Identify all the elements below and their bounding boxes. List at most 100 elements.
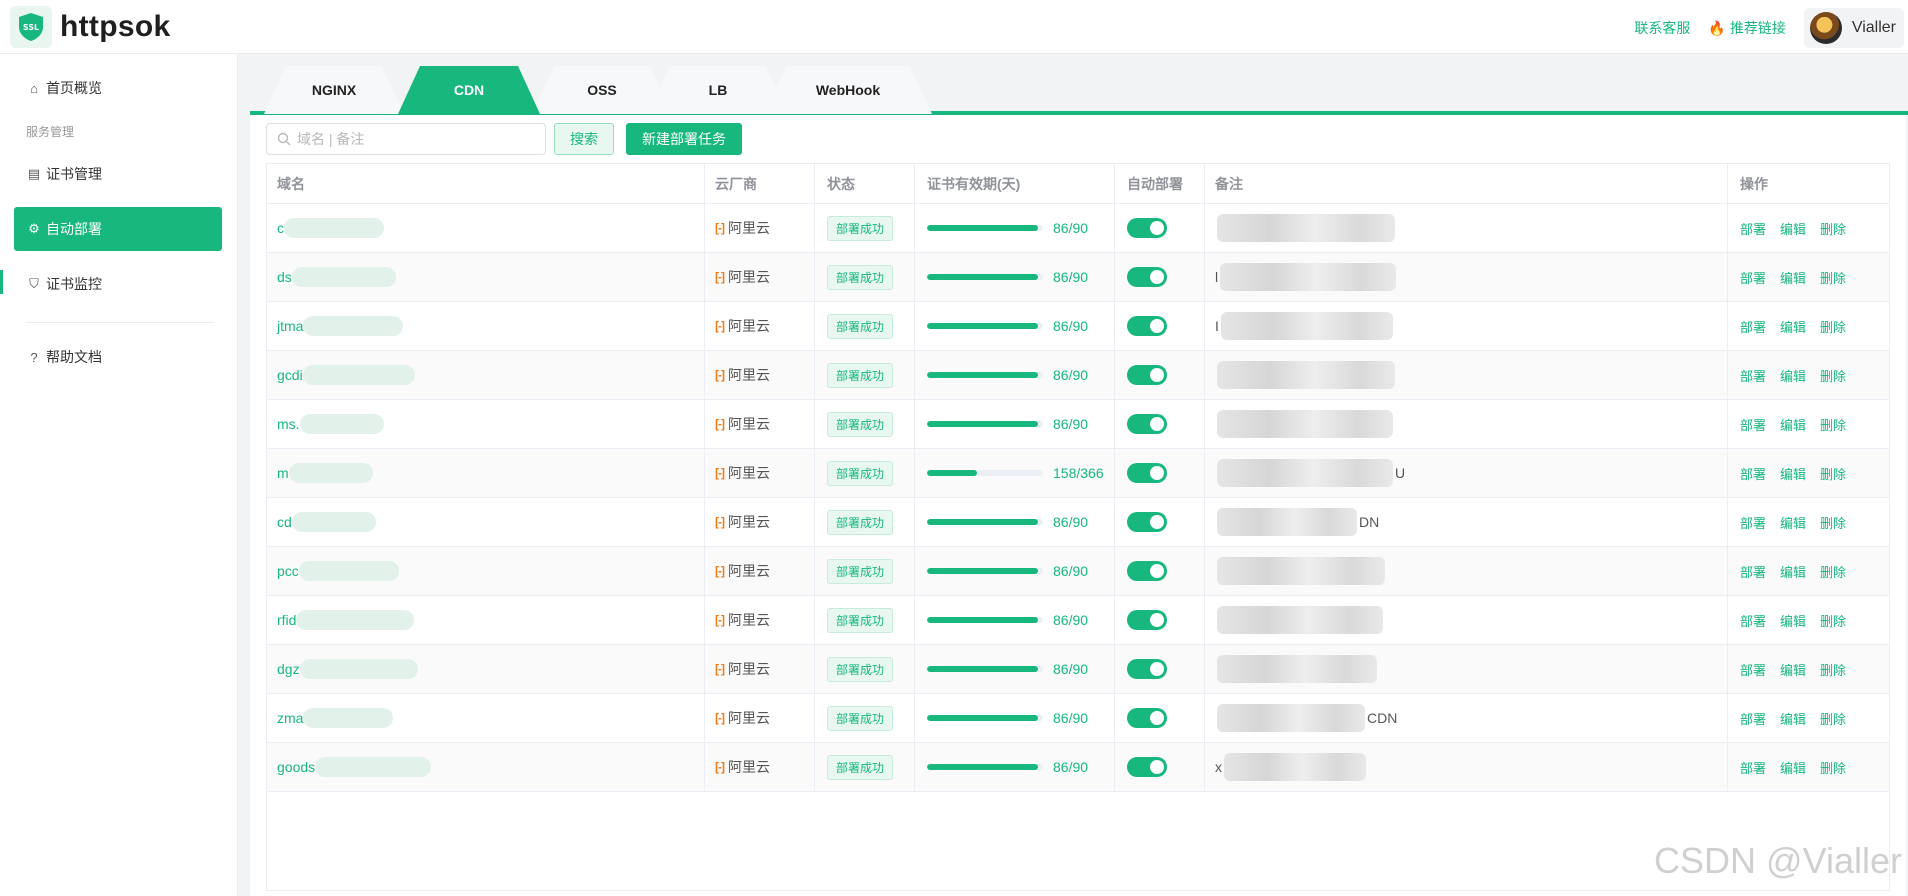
edit-button[interactable]: 编辑 [1780, 464, 1806, 483]
deploy-button[interactable]: 部署 [1740, 464, 1766, 483]
user-menu[interactable]: Vialler [1803, 8, 1904, 48]
auto-deploy-toggle[interactable] [1127, 757, 1167, 777]
validity-progress [927, 519, 1043, 525]
domain-link[interactable]: goods [277, 759, 315, 775]
vendor-name: 阿里云 [728, 759, 770, 775]
edit-button[interactable]: 编辑 [1780, 268, 1806, 287]
app-logo[interactable]: SSL httpsok [10, 5, 170, 49]
edit-button[interactable]: 编辑 [1780, 219, 1806, 238]
user-name: Vialler [1851, 19, 1896, 36]
edit-button[interactable]: 编辑 [1780, 366, 1806, 385]
auto-deploy-toggle[interactable] [1127, 561, 1167, 581]
delete-button[interactable]: 删除 [1820, 562, 1846, 581]
search-button[interactable]: 搜索 [554, 123, 614, 155]
domain-link[interactable]: dgz [277, 661, 300, 677]
auto-deploy-toggle[interactable] [1127, 659, 1167, 679]
new-deploy-task-button[interactable]: 新建部署任务 [626, 123, 742, 155]
deploy-button[interactable]: 部署 [1740, 415, 1766, 434]
delete-button[interactable]: 删除 [1820, 219, 1846, 238]
auto-deploy-toggle[interactable] [1127, 414, 1167, 434]
delete-button[interactable]: 删除 [1820, 366, 1846, 385]
domain-link[interactable]: gcdi [277, 367, 303, 383]
validity-cell: 86/90 [915, 498, 1115, 546]
edit-button[interactable]: 编辑 [1780, 611, 1806, 630]
domain-cell: rfid [267, 596, 705, 644]
redacted-domain [288, 463, 373, 483]
sidebar-item-label: 帮助文档 [46, 349, 102, 365]
recommend-label: 推荐链接 [1729, 20, 1786, 36]
domain-link[interactable]: c [277, 220, 284, 236]
deploy-button[interactable]: 部署 [1740, 219, 1766, 238]
status-badge: 部署成功 [827, 509, 894, 535]
edit-button[interactable]: 编辑 [1780, 758, 1806, 777]
domain-link[interactable]: m [277, 465, 289, 481]
deploy-button[interactable]: 部署 [1740, 268, 1766, 287]
search-field[interactable] [266, 123, 546, 155]
delete-button[interactable]: 删除 [1820, 709, 1846, 728]
deploy-button[interactable]: 部署 [1740, 513, 1766, 532]
deploy-button[interactable]: 部署 [1740, 317, 1766, 336]
tab-cdn[interactable]: CDN [398, 66, 540, 114]
deploy-button[interactable]: 部署 [1740, 660, 1766, 679]
delete-button[interactable]: 删除 [1820, 660, 1846, 679]
delete-button[interactable]: 删除 [1820, 758, 1846, 777]
domain-link[interactable]: jtma [277, 318, 303, 334]
home-icon: ⌂ [30, 80, 38, 96]
domain-link[interactable]: ds [277, 269, 292, 285]
tab-webhook[interactable]: WebHook [764, 66, 932, 114]
domain-link[interactable]: pcc [277, 563, 299, 579]
domain-link[interactable]: rfid [277, 612, 296, 628]
tab-nginx[interactable]: NGINX [264, 66, 404, 114]
delete-button[interactable]: 删除 [1820, 464, 1846, 483]
sidebar-item-label: 证书管理 [46, 166, 102, 182]
tab-oss[interactable]: OSS [532, 66, 672, 114]
delete-button[interactable]: 删除 [1820, 317, 1846, 336]
search-input[interactable] [297, 131, 537, 147]
note-cell [1205, 547, 1728, 595]
edit-button[interactable]: 编辑 [1780, 513, 1806, 532]
status-badge: 部署成功 [827, 607, 894, 633]
edit-button[interactable]: 编辑 [1780, 562, 1806, 581]
domain-link[interactable]: ms. [277, 416, 300, 432]
tab-lb[interactable]: LB [648, 66, 788, 114]
auto-deploy-toggle[interactable] [1127, 218, 1167, 238]
ssl-shield-icon: SSL [10, 6, 52, 48]
auto-deploy-toggle[interactable] [1127, 463, 1167, 483]
deploy-button[interactable]: 部署 [1740, 562, 1766, 581]
edit-button[interactable]: 编辑 [1780, 415, 1806, 434]
delete-button[interactable]: 删除 [1820, 513, 1846, 532]
auto-deploy-toggle[interactable] [1127, 512, 1167, 532]
redacted-domain [291, 267, 396, 287]
contact-support-link[interactable]: 联系客服 [1634, 18, 1690, 38]
deploy-button[interactable]: 部署 [1740, 758, 1766, 777]
sidebar-item-certificates[interactable]: ▤ 证书管理 [14, 152, 222, 196]
domain-link[interactable]: zma [277, 710, 303, 726]
deploy-button[interactable]: 部署 [1740, 366, 1766, 385]
delete-button[interactable]: 删除 [1820, 611, 1846, 630]
auto-deploy-toggle[interactable] [1127, 610, 1167, 630]
domain-cell: ds [267, 253, 705, 301]
auto-deploy-toggle[interactable] [1127, 708, 1167, 728]
validity-cell: 86/90 [915, 694, 1115, 742]
sidebar-item-overview[interactable]: ⌂ 首页概览 [14, 66, 222, 110]
sidebar-item-help[interactable]: ? 帮助文档 [14, 335, 222, 379]
validity-progress-fill [927, 470, 978, 476]
recommend-link[interactable]: 🔥 推荐链接 [1708, 18, 1785, 38]
sidebar-group-label: 服务管理 [26, 125, 75, 139]
delete-button[interactable]: 删除 [1820, 415, 1846, 434]
auto-deploy-toggle[interactable] [1127, 365, 1167, 385]
validity-cell: 158/366 [915, 449, 1115, 497]
edit-button[interactable]: 编辑 [1780, 660, 1806, 679]
sidebar-item-monitor[interactable]: ⛉ 证书监控 [14, 262, 222, 306]
delete-button[interactable]: 删除 [1820, 268, 1846, 287]
search-icon [277, 132, 291, 146]
deploy-button[interactable]: 部署 [1740, 611, 1766, 630]
sidebar-item-auto-deploy[interactable]: ⚙ 自动部署 [14, 207, 222, 251]
edit-button[interactable]: 编辑 [1780, 709, 1806, 728]
domain-link[interactable]: cd [277, 514, 292, 530]
auto-deploy-toggle[interactable] [1127, 267, 1167, 287]
auto-deploy-toggle[interactable] [1127, 316, 1167, 336]
edit-button[interactable]: 编辑 [1780, 317, 1806, 336]
note-cell [1205, 204, 1728, 252]
deploy-button[interactable]: 部署 [1740, 709, 1766, 728]
